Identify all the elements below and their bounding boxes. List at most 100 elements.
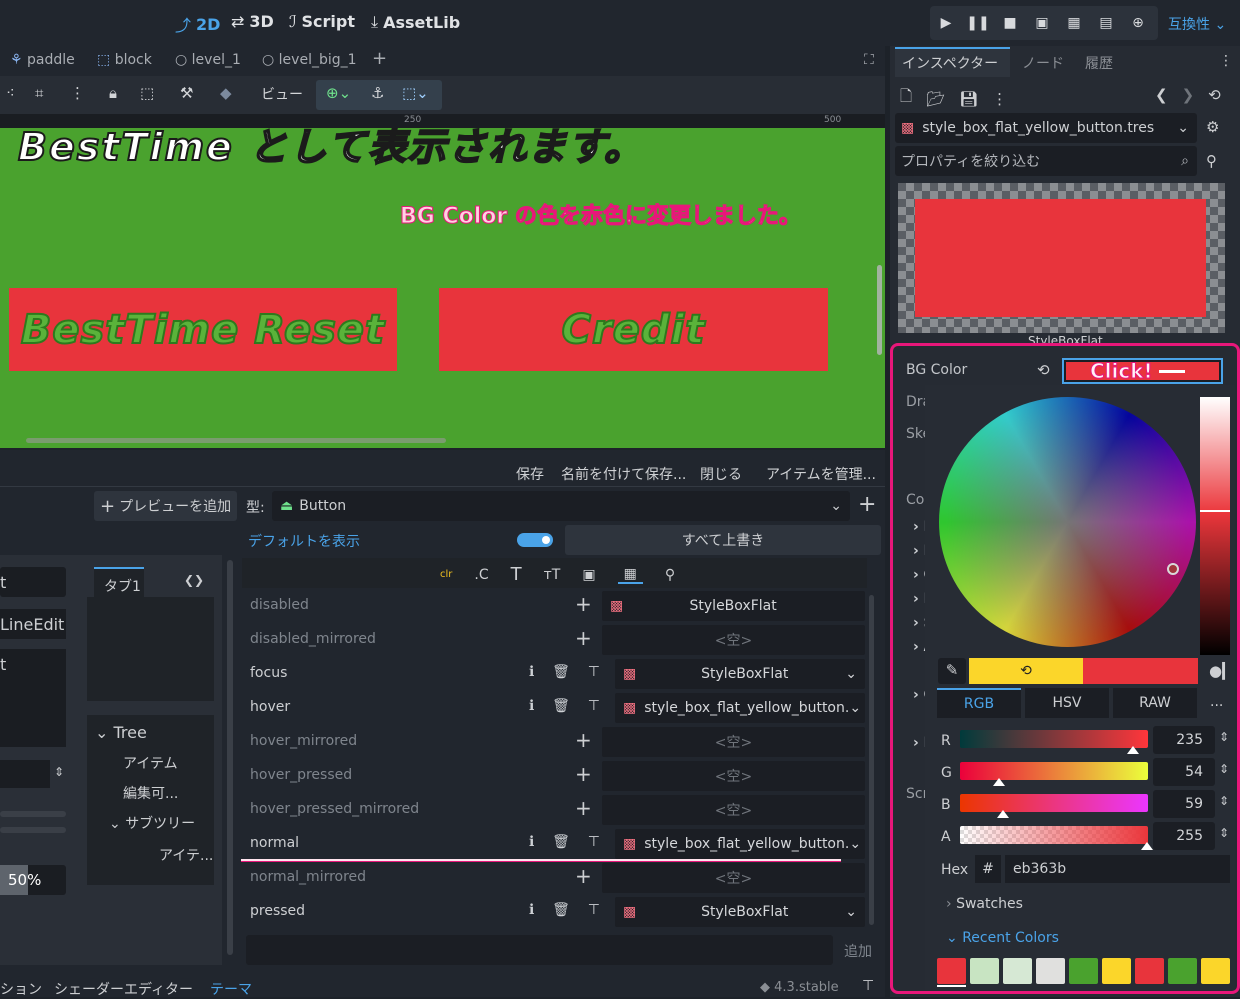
vertical-scrollbar[interactable] [877,265,882,355]
a-slider[interactable] [960,826,1148,844]
trash-icon[interactable]: 🗑︎ [552,834,570,850]
g-value[interactable]: 54 [1153,758,1215,786]
r-slider[interactable] [960,730,1148,748]
movie-icon[interactable]: ⊕ [1122,15,1154,31]
revert-icon[interactable]: ⟲ [1037,361,1050,379]
add-type-icon[interactable]: + [858,492,876,517]
panel-toggle-icon[interactable]: ⊤ [862,978,874,994]
bone-icon[interactable]: ⚒ [180,84,193,102]
more-vertical-icon[interactable]: ⋮ [1219,53,1233,69]
save-button[interactable]: 保存 [516,464,544,484]
add-tab-icon[interactable]: + [372,48,387,69]
grid-icon[interactable]: ⌗ [35,84,43,102]
info-icon[interactable]: ℹ [529,664,534,680]
value-slider[interactable] [1200,397,1230,655]
g-slider[interactable] [960,762,1148,780]
add-override-icon[interactable]: + [575,728,592,752]
bg-color-picker-button[interactable]: Click! [1062,358,1223,384]
tree-item[interactable]: 編集可... [123,783,178,803]
add-circle-icon[interactable]: ⊕⌄ [326,84,351,102]
tree-item[interactable]: アイテ... [159,845,213,865]
horizontal-scrollbar[interactable] [26,438,446,443]
a-value[interactable]: 255 [1153,822,1215,850]
recent-color-swatch[interactable] [1069,958,1098,984]
fullscreen-icon[interactable]: ⛶ [864,52,874,68]
layout-icon[interactable]: ⬚⌄ [402,84,429,102]
preview-spinbox[interactable] [0,760,50,788]
pin-icon[interactable]: ⊤ [588,664,600,680]
mode-3d-button[interactable]: ⇄ 3D [231,12,274,31]
more-vertical-icon[interactable]: ⋮ [70,84,85,102]
tree-item[interactable]: サブツリー [125,816,195,832]
besttime-reset-button[interactable]: BestTime Reset [9,288,397,371]
recent-color-swatch[interactable] [1135,958,1164,984]
a-handle[interactable] [1141,842,1153,850]
compat-renderer-button[interactable]: 互換性 ⌄ [1168,14,1226,34]
add-override-icon[interactable]: + [575,796,592,820]
history-icon[interactable]: ⟲ [1208,86,1221,104]
add-preview-button[interactable]: + プレビューを追加 [94,491,237,521]
property-value-select[interactable]: ▩ style_box_flat_yellow_button. ⌄ [615,693,865,723]
b-handle[interactable] [997,810,1009,818]
new-resource-icon[interactable]: 🗋 [900,86,912,111]
spin-arrows-icon[interactable]: ⇕ [1219,730,1229,744]
b-value[interactable]: 59 [1153,790,1215,818]
preview-hslider[interactable] [0,811,66,817]
mode-2d-button[interactable]: ⤴ 2D [175,12,220,36]
manage-items-button[interactable]: アイテムを管理... [766,464,876,484]
add-item-button[interactable]: 追加 [844,941,872,961]
recent-color-swatch[interactable] [970,958,999,984]
type-select[interactable]: ⏏ Button ⌄ [272,491,850,521]
spin-arrows-icon[interactable]: ⇕ [1219,762,1229,776]
scene-tab-block[interactable]: ⬚ block [97,52,152,68]
object-icon[interactable]: ⚙ [1206,118,1219,136]
resource-selector[interactable]: ▩ style_box_flat_yellow_button.tres ⌄ [895,113,1197,143]
save-icon[interactable]: 💾︎ [959,90,978,108]
b-slider[interactable] [960,794,1148,812]
more-options-button[interactable]: ... [1210,694,1223,710]
property-scrollbar[interactable] [869,595,874,925]
play-icon[interactable]: ▶ [930,15,962,31]
mode-assetlib-button[interactable]: ⤓ AssetLib [371,12,460,32]
tree-item[interactable]: アイテム [123,753,178,773]
add-override-icon[interactable]: + [575,864,592,888]
font-size-tab-icon[interactable]: ᴛT [544,567,561,583]
r-handle[interactable] [1127,746,1139,754]
info-icon[interactable]: ℹ [529,698,534,714]
recent-color-swatch[interactable] [1102,958,1131,984]
picker-shape-icon[interactable]: ●▎ [1209,662,1234,680]
pin-icon[interactable]: ⊤ [588,834,600,850]
property-value-select[interactable]: ▩ StyleBoxFlat ⌄ [615,897,865,927]
lock-icon[interactable]: 🔒︎ [109,84,117,102]
wheel-cursor[interactable] [1167,563,1179,575]
camera-icon[interactable]: ◆ [220,84,232,102]
color-tab-icon[interactable]: clr [440,569,452,580]
viewport-canvas[interactable]: BestTime として表示されます。 BG Color の色を赤色に変更しまし… [0,128,885,448]
mode-hsv-tab[interactable]: HSV [1025,688,1109,718]
tab-history[interactable]: 履歴 [1085,53,1113,73]
constant-tab-icon[interactable]: .C [474,567,488,583]
eyedropper-icon[interactable]: ✎ [938,658,966,684]
hex-input[interactable]: eb363b [1005,855,1230,883]
info-icon[interactable]: ℹ [529,834,534,850]
stop-icon[interactable]: ■ [994,15,1026,31]
preview-scrollbar[interactable] [227,560,233,955]
tab-arrows-icon[interactable]: ❮❯ [184,573,204,587]
bottom-tab-theme[interactable]: テーマ [210,979,252,999]
trash-icon[interactable]: 🗑︎ [552,664,570,680]
trash-icon[interactable]: 🗑︎ [552,698,570,714]
override-all-button[interactable]: すべて上書き [565,525,881,555]
add-override-icon[interactable]: + [575,592,592,616]
type-tab-icon[interactable]: ⚲ [665,567,675,583]
snap-icon[interactable]: ⁖ [6,84,15,102]
scene-tab-level-big-1[interactable]: ○ level_big_1 [262,52,357,68]
pin-icon[interactable]: ⊤ [588,698,600,714]
preview-tab-1[interactable]: タブ1 [94,567,144,597]
pin-icon[interactable]: ⊤ [588,902,600,918]
play-scene-icon[interactable]: ▦ [1058,15,1090,31]
hex-hash-button[interactable]: # [975,855,1001,883]
recent-color-swatch[interactable] [1036,958,1065,984]
spin-arrows-icon[interactable]: ⇕ [54,765,64,779]
filter-settings-icon[interactable]: ⚲ [1206,152,1217,170]
mode-script-button[interactable]: ℐ Script [289,12,355,31]
